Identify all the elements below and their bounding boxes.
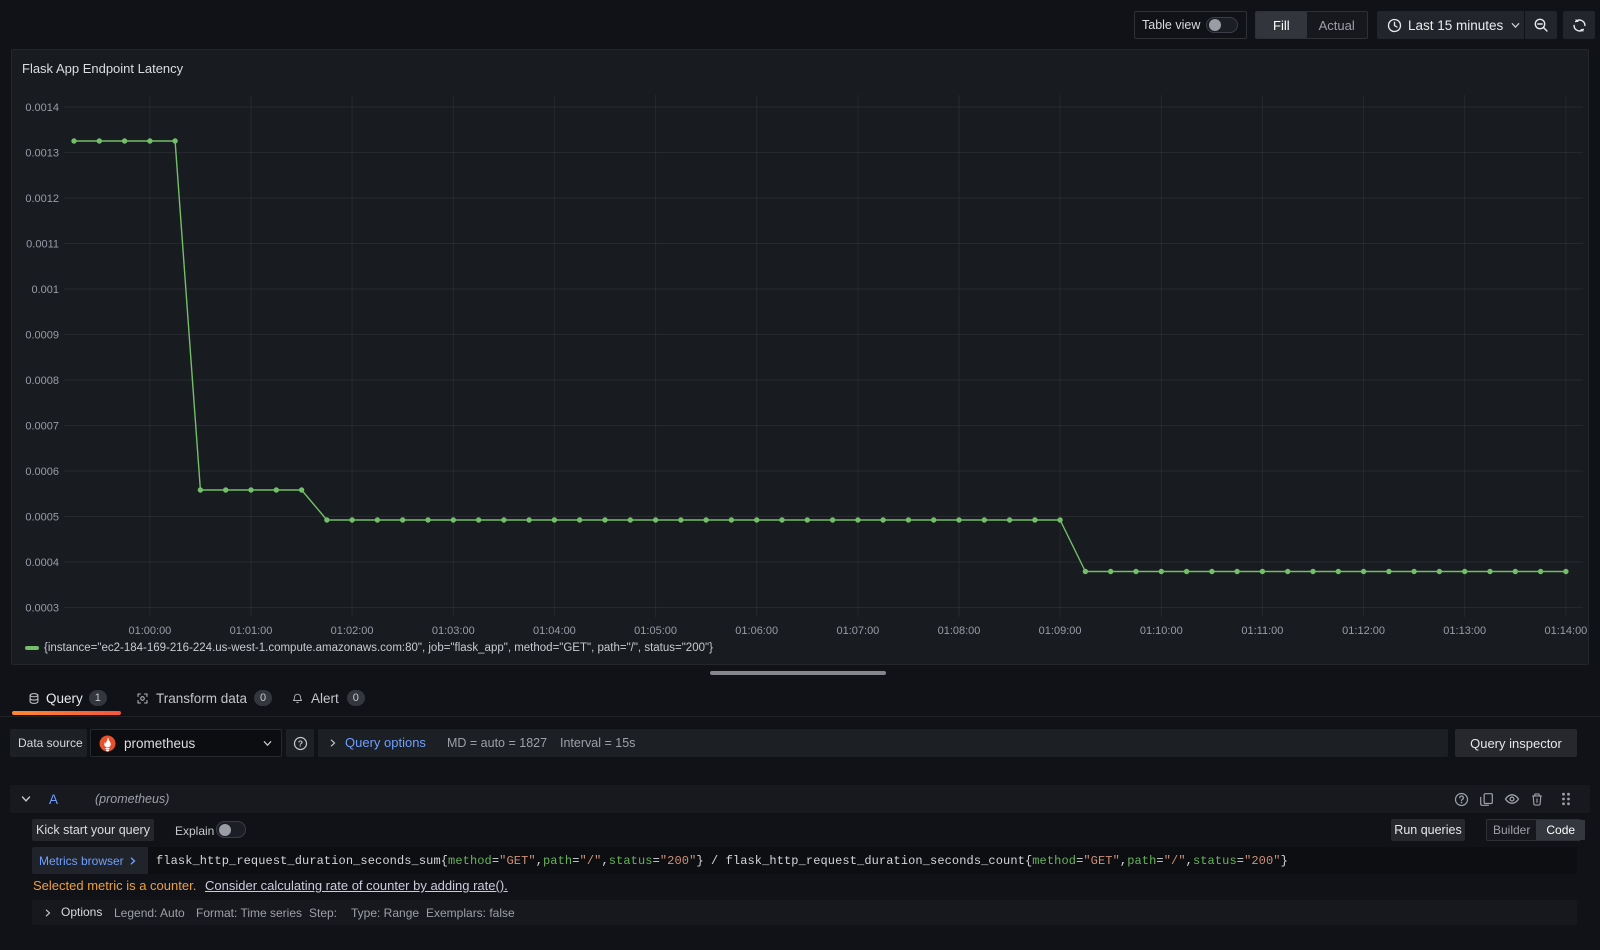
svg-text:0.0003: 0.0003 (25, 603, 59, 615)
svg-text:01:06:00: 01:06:00 (735, 625, 778, 637)
svg-text:0.0008: 0.0008 (25, 375, 59, 387)
svg-text:0.0014: 0.0014 (25, 102, 59, 114)
svg-text:0.0011: 0.0011 (26, 239, 59, 251)
svg-text:0.0012: 0.0012 (25, 193, 59, 205)
svg-text:01:01:00: 01:01:00 (230, 625, 273, 637)
svg-text:01:04:00: 01:04:00 (533, 625, 576, 637)
svg-text:01:03:00: 01:03:00 (432, 625, 475, 637)
svg-text:0.0004: 0.0004 (25, 557, 59, 569)
svg-text:01:08:00: 01:08:00 (938, 625, 981, 637)
svg-text:01:00:00: 01:00:00 (128, 625, 171, 637)
svg-text:01:05:00: 01:05:00 (634, 625, 677, 637)
svg-text:01:02:00: 01:02:00 (331, 625, 374, 637)
svg-text:0.0009: 0.0009 (25, 330, 59, 342)
svg-text:01:14:00: 01:14:00 (1544, 625, 1587, 637)
svg-text:01:09:00: 01:09:00 (1039, 625, 1082, 637)
svg-text:0.0007: 0.0007 (25, 421, 59, 433)
svg-text:01:12:00: 01:12:00 (1342, 625, 1385, 637)
svg-text:01:07:00: 01:07:00 (836, 625, 879, 637)
svg-text:01:10:00: 01:10:00 (1140, 625, 1183, 637)
svg-text:0.001: 0.001 (31, 284, 59, 296)
svg-text:01:13:00: 01:13:00 (1443, 625, 1486, 637)
svg-text:0.0013: 0.0013 (25, 148, 59, 160)
svg-text:0.0005: 0.0005 (25, 512, 59, 524)
svg-text:?: ? (297, 738, 302, 748)
svg-text:01:11:00: 01:11:00 (1241, 625, 1283, 637)
svg-text:0.0006: 0.0006 (25, 466, 59, 478)
